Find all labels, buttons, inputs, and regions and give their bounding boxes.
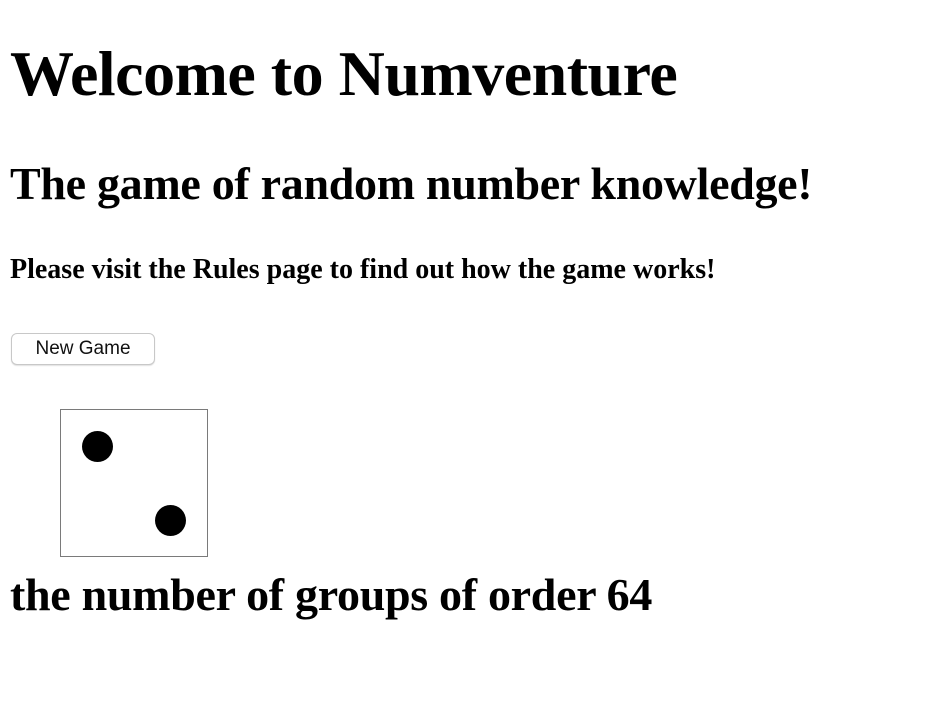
- page-title: Welcome to Numventure: [10, 38, 678, 109]
- die-pip-top-left: [82, 431, 113, 462]
- new-game-button[interactable]: New Game: [11, 333, 155, 365]
- die-pip-bottom-right: [155, 505, 186, 536]
- die-face: [60, 409, 208, 557]
- rules-instructions: Please visit the Rules page to find out …: [10, 254, 716, 285]
- page-subtitle: The game of random number knowledge!: [10, 158, 813, 209]
- question-text: the number of groups of order 64: [10, 569, 653, 620]
